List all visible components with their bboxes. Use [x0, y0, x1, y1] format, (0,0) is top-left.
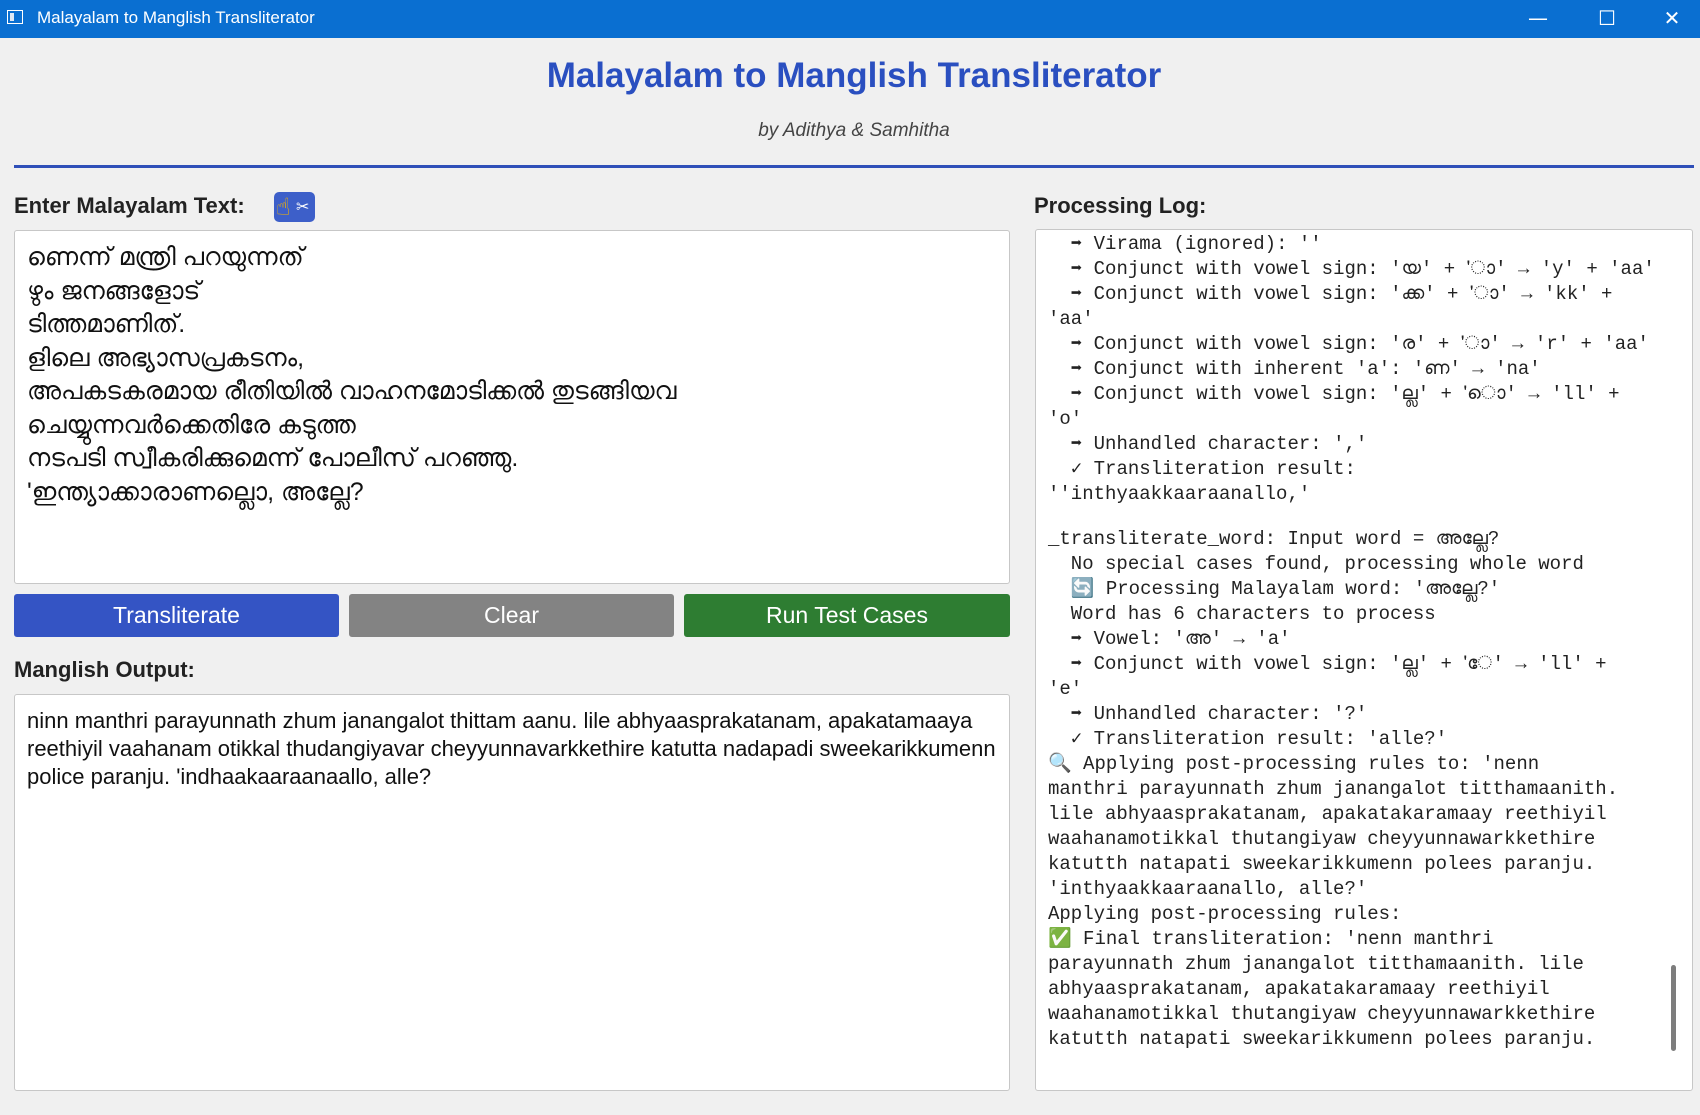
window-titlebar: Malayalam to Manglish Transliterator — ☐…: [0, 0, 1700, 38]
log-line: ➡ Unhandled character: ',': [1048, 433, 1368, 455]
log-line: ➡ Conjunct with vowel sign: 'ക്ക' + 'ാ' …: [1048, 283, 1613, 305]
log-line: manthri parayunnath zhum janangalot titt…: [1048, 778, 1619, 800]
header-divider: [14, 165, 1694, 168]
input-line: ചെയ്യുന്നവർക്കെതിരേ കടുത്ത: [27, 410, 356, 439]
input-label: Enter Malayalam Text:: [14, 193, 245, 218]
window-title: Malayalam to Manglish Transliterator: [37, 8, 315, 27]
log-line: abhyaasprakatanam, apakatakaramaay reeth…: [1048, 978, 1550, 1000]
input-line: ളിലെ അഭ്യാസപ്രകടനം,: [27, 343, 305, 372]
log-line: 'inthyaakkaaraanallo, alle?': [1048, 878, 1368, 900]
transliterate-button[interactable]: Transliterate: [14, 594, 339, 637]
log-line: waahanamotikkal thutangiyaw cheyyunnawar…: [1048, 828, 1596, 850]
processing-log[interactable]: ➡ Virama (ignored): '' ➡ Conjunct with v…: [1035, 229, 1693, 1091]
log-scrollbar-thumb[interactable]: [1671, 965, 1676, 1051]
manglish-output[interactable]: ninn manthri parayunnath zhum janangalot…: [14, 694, 1010, 1091]
log-line: ➡ Conjunct with vowel sign: 'ര' + 'ാ' → …: [1048, 333, 1649, 355]
page-subtitle: by Adithya & Samhitha: [758, 120, 950, 141]
log-line: No special cases found, processing whole…: [1048, 553, 1584, 575]
log-line: ➡ Unhandled character: '?': [1048, 703, 1368, 725]
log-line: 'e': [1048, 678, 1083, 700]
log-line: ➡ Virama (ignored): '': [1048, 233, 1322, 255]
log-line: ➡ Conjunct with vowel sign: 'ല്ല' + 'ൊ' …: [1048, 383, 1620, 405]
malayalam-input[interactable]: ണെന്ന് മന്ത്രി പറയുന്നത് ഴും ജനങ്ങളോട് ട…: [14, 230, 1010, 584]
output-text: ninn manthri parayunnath zhum janangalot…: [27, 708, 996, 789]
page-title: Malayalam to Manglish Transliterator: [546, 56, 1162, 95]
log-line: Word has 6 characters to process: [1048, 603, 1436, 625]
input-line: ടിത്തമാണിത്.: [27, 310, 186, 338]
pointing-hand-scissors-icon: ☝ ✂: [274, 192, 315, 222]
run-test-cases-button[interactable]: Run Test Cases: [684, 594, 1010, 637]
log-line: lile abhyaasprakatanam, apakatakaramaay …: [1048, 803, 1607, 825]
output-label: Manglish Output:: [14, 657, 195, 682]
pointing-hand-icon: ☝: [276, 193, 291, 221]
input-line: നടപടി സ്വീകരിക്കുമെന്ന് പോലീസ് പറഞ്ഞു.: [27, 444, 519, 472]
log-line: 'o': [1048, 408, 1083, 430]
log-line: _transliterate_word: Input word = അല്ലേ?: [1048, 528, 1500, 550]
log-line: waahanamotikkal thutangiyaw cheyyunnawar…: [1048, 1003, 1596, 1025]
log-line: ✅ Final transliteration: 'nenn manthri: [1048, 928, 1494, 950]
log-line: 'aa': [1048, 308, 1094, 330]
input-line: 'ഇന്ത്യാക്കാരാണല്ലൊ, അല്ലേ?: [27, 477, 364, 506]
log-line: ➡ Conjunct with vowel sign: 'യ' + 'ാ' → …: [1048, 258, 1655, 280]
log-line: ➡ Conjunct with vowel sign: 'ല്ല' + 'േ' …: [1048, 653, 1607, 675]
log-label: Processing Log:: [1034, 193, 1207, 218]
log-line: ✓ Transliteration result: 'alle?': [1048, 728, 1448, 750]
app-icon: [7, 10, 23, 24]
minimize-button[interactable]: —: [1506, 0, 1570, 38]
input-line: ഴും ജനങ്ങളോട്: [27, 276, 201, 305]
close-button[interactable]: ✕: [1640, 0, 1700, 38]
log-line: 🔍 Applying post-processing rules to: 'ne…: [1048, 753, 1540, 775]
log-content: ➡ Virama (ignored): '' ➡ Conjunct with v…: [1048, 232, 1688, 1052]
log-line: Applying post-processing rules:: [1048, 903, 1402, 925]
log-line: katutth natapati sweekarikkumenn polees …: [1048, 853, 1596, 875]
log-line: ➡ Conjunct with inherent 'a': 'ണ' → 'na': [1048, 358, 1541, 380]
log-line: ➡ Vowel: 'അ' → 'a': [1048, 628, 1291, 650]
input-line: ണെന്ന് മന്ത്രി പറയുന്നത്: [27, 243, 304, 271]
maximize-button[interactable]: ☐: [1575, 0, 1639, 38]
log-line: parayunnath zhum janangalot titthamaanit…: [1048, 953, 1584, 975]
scissors-icon: ✂: [296, 197, 310, 216]
log-line: ✓ Transliteration result:: [1048, 458, 1356, 480]
clear-button[interactable]: Clear: [349, 594, 674, 637]
input-line: അപകടകരമായ രീതിയിൽ വാഹനമോടിക്കൽ തുടങ്ങിയവ: [27, 377, 677, 405]
log-line: 🔄 Processing Malayalam word: 'അല്ലേ?': [1048, 578, 1501, 600]
log-line: ''inthyaakkaaraanallo,': [1048, 483, 1311, 505]
log-line: katutth natapati sweekarikkumenn polees …: [1048, 1028, 1596, 1050]
